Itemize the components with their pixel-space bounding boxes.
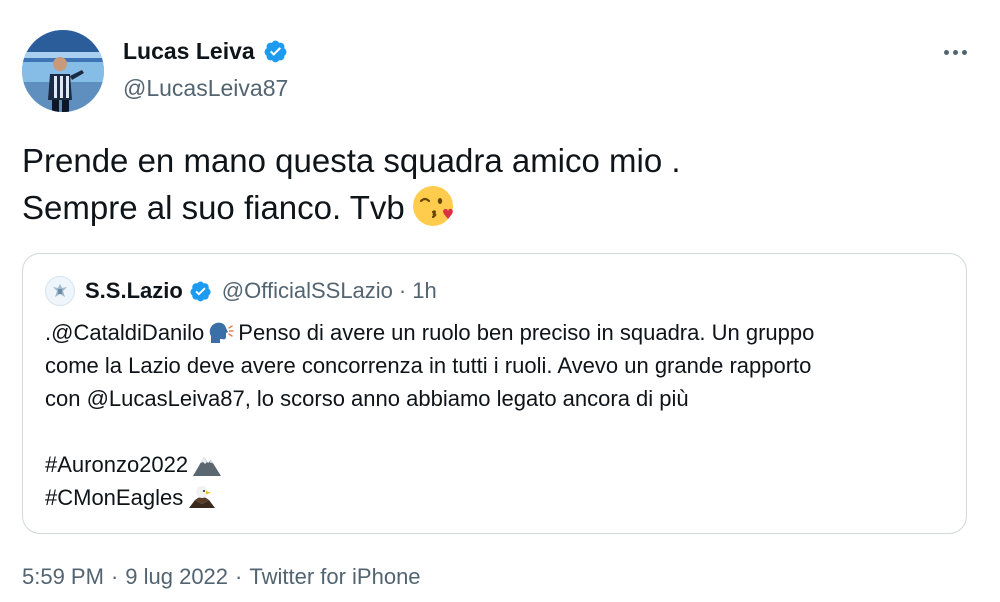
author-name-row[interactable]: Lucas Leiva: [123, 38, 288, 65]
quoted-line-1: .@CataldiDanilo Penso di avere un ruolo …: [45, 316, 950, 349]
speaking-head-icon: [210, 322, 235, 343]
hashtag-link[interactable]: #Auronzo2022: [45, 452, 188, 477]
tweet-time[interactable]: 5:59 PM: [22, 564, 104, 589]
profile-photo-icon: [22, 30, 104, 112]
quoted-line-hashtag-1: #Auronzo2022: [45, 448, 950, 481]
quoted-author-handle[interactable]: @OfficialSSLazio: [222, 278, 393, 304]
lazio-eagle-crest-icon: [53, 284, 67, 297]
quoted-line-hashtag-2: #CMonEagles: [45, 481, 950, 514]
quoted-tweet-header: S.S.Lazio @OfficialSSLazio · 1h: [45, 276, 437, 306]
more-options-icon-dot: [961, 49, 967, 55]
tweet-text: Prende en mano questa squadra amico mio …: [22, 138, 962, 231]
author-handle[interactable]: @LucasLeiva87: [123, 75, 288, 102]
more-options-icon-dot: [952, 49, 958, 55]
tweet-date[interactable]: 9 lug 2022: [125, 564, 228, 589]
quoted-line-3: con @LucasLeiva87, lo scorso anno abbiam…: [45, 382, 950, 415]
eagle-icon: [189, 486, 216, 508]
tweet-text-line: Prende en mano questa squadra amico mio …: [22, 142, 681, 179]
tweet-source[interactable]: Twitter for iPhone: [249, 564, 420, 589]
verified-badge-icon: [264, 40, 287, 63]
quoted-text: Penso di avere un ruolo ben preciso in s…: [238, 320, 815, 345]
quoted-timestamp[interactable]: 1h: [412, 278, 436, 304]
verified-badge-icon: [190, 281, 211, 301]
footer-separator: ·: [110, 564, 119, 589]
more-options-button[interactable]: [938, 40, 972, 64]
author-name[interactable]: Lucas Leiva: [123, 38, 255, 65]
mention-link[interactable]: con @LucasLeiva87: [45, 386, 245, 411]
quoted-tweet-card[interactable]: S.S.Lazio @OfficialSSLazio · 1h .@Catald…: [22, 253, 967, 534]
face-blowing-kiss-icon: [412, 186, 453, 226]
quoted-author-avatar[interactable]: [45, 276, 75, 306]
quoted-text: , lo scorso anno abbiamo legato ancora d…: [244, 386, 689, 411]
tweet-text-line: Sempre al suo fianco. Tvb: [22, 189, 405, 226]
mention-link[interactable]: .@CataldiDanilo: [45, 320, 204, 345]
quoted-separator: ·: [398, 278, 407, 303]
footer-separator: ·: [235, 564, 243, 589]
quoted-tweet-body: .@CataldiDanilo Penso di avere un ruolo …: [45, 316, 950, 514]
hashtag-link[interactable]: #CMonEagles: [45, 485, 183, 510]
author-avatar[interactable]: [22, 30, 104, 112]
tweet-footer: 5:59 PM · 9 lug 2022 · Twitter for iPhone: [22, 564, 421, 590]
quoted-text: come la Lazio deve avere concorrenza in …: [45, 353, 812, 378]
tweet-text-line-2: Sempre al suo fianco. Tvb: [22, 184, 962, 231]
quoted-author-name[interactable]: S.S.Lazio: [85, 278, 183, 304]
more-options-icon: [943, 49, 949, 55]
snow-capped-mountain-icon: [193, 457, 222, 476]
